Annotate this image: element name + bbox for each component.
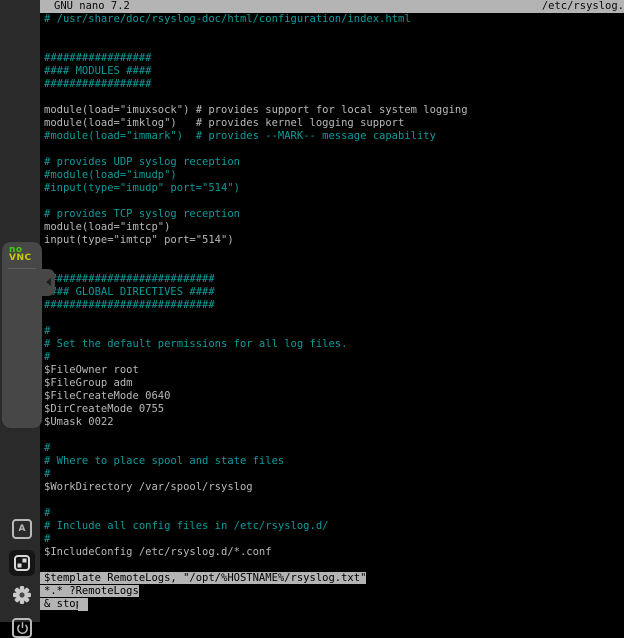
config-line: $FileOwner root [40, 364, 624, 377]
config-line [40, 91, 624, 104]
config-line: module(load="imklog") # provides kernel … [40, 117, 624, 130]
config-line [40, 312, 624, 325]
config-line: # Where to place spool and state files [40, 455, 624, 468]
config-line [40, 195, 624, 208]
config-line: #input(type="imudp" port="514") [40, 182, 624, 195]
config-line: #### GLOBAL DIRECTIVES #### [40, 286, 624, 299]
nano-filename: /etc/rsyslog. [542, 0, 624, 13]
nano-titlebar: GNU nano 7.2 /etc/rsyslog. [40, 0, 624, 13]
config-line: module(load="imuxsock") # provides suppo… [40, 104, 624, 117]
config-line: # Include all config files in /etc/rsysl… [40, 520, 624, 533]
config-line: # Set the default permissions for all lo… [40, 338, 624, 351]
config-line: $FileGroup adm [40, 377, 624, 390]
config-line: $WorkDirectory /var/spool/rsyslog [40, 481, 624, 494]
config-line: # [40, 351, 624, 364]
config-line [40, 39, 624, 52]
text-cursor [82, 598, 88, 611]
config-line: # provides UDP syslog reception [40, 156, 624, 169]
nano-app-title: GNU nano 7.2 [54, 0, 130, 13]
config-line: # provides TCP syslog reception [40, 208, 624, 221]
config-line [40, 26, 624, 39]
config-line: # [40, 468, 624, 481]
power-icon [12, 618, 32, 638]
config-line: # [40, 325, 624, 338]
config-line: $DirCreateMode 0755 [40, 403, 624, 416]
disconnect-button[interactable] [2, 618, 42, 638]
nano-editor-area[interactable]: # /usr/share/doc/rsyslog-doc/html/config… [40, 13, 624, 622]
config-line: $FileCreateMode 0640 [40, 390, 624, 403]
gear-icon [12, 585, 32, 608]
novnc-logo: no VNC [9, 246, 32, 262]
config-line: # /usr/share/doc/rsyslog-doc/html/config… [40, 13, 624, 26]
fullscreen-button[interactable] [2, 550, 42, 576]
config-line [40, 143, 624, 156]
config-line: #module(load="immark") # provides --MARK… [40, 130, 624, 143]
collapse-left-icon [46, 278, 51, 286]
config-line: # [40, 442, 624, 455]
config-line: module(load="imtcp") [40, 221, 624, 234]
config-line: ########################### [40, 273, 624, 286]
config-line: $Umask 0022 [40, 416, 624, 429]
novnc-control-bar: no VNC A [2, 242, 42, 428]
config-line: input(type="imtcp" port="514") [40, 234, 624, 247]
keyboard-a-icon: A [12, 519, 32, 539]
extra-keys-button[interactable]: A [2, 519, 42, 539]
settings-button[interactable] [2, 585, 42, 607]
config-line: #### MODULES #### [40, 65, 624, 78]
config-line: # [40, 507, 624, 520]
config-line: #module(load="imudp") [40, 169, 624, 182]
config-line: *.* ?RemoteLogs [40, 585, 624, 598]
config-line [40, 260, 624, 273]
config-line: ########################### [40, 299, 624, 312]
config-line: & stop [40, 598, 624, 611]
config-line [40, 429, 624, 442]
control-bar-handle[interactable] [42, 269, 55, 296]
config-line: ################# [40, 78, 624, 91]
config-line [40, 494, 624, 507]
novnc-logo-vnc: VNC [9, 254, 32, 262]
panel-divider [8, 268, 36, 269]
config-line [40, 247, 624, 260]
config-line: $IncludeConfig /etc/rsyslog.d/*.conf [40, 546, 624, 559]
config-line: ################# [40, 52, 624, 65]
config-line: # [40, 533, 624, 546]
config-line [40, 559, 624, 572]
fullscreen-icon [9, 550, 35, 576]
config-line: $template RemoteLogs, "/opt/%HOSTNAME%/r… [40, 572, 624, 585]
